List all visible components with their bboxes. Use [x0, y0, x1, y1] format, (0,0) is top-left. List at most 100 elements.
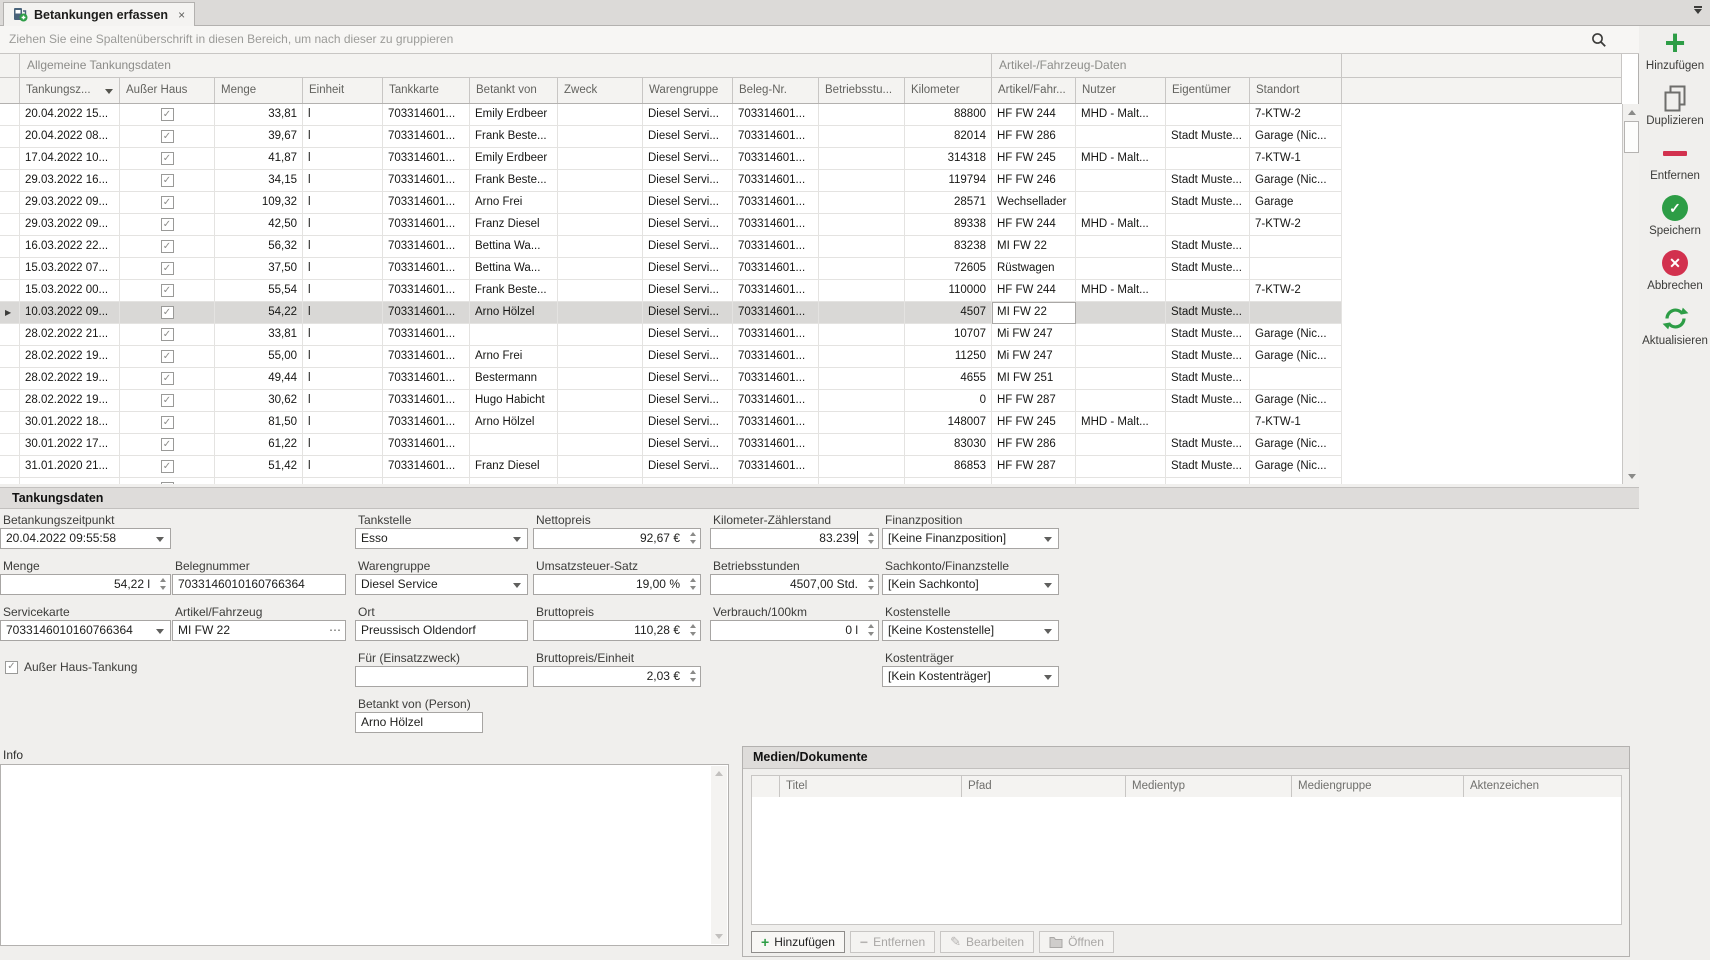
- row-checkbox[interactable]: ✓: [161, 372, 174, 385]
- add-button[interactable]: + Hinzufügen: [1646, 28, 1704, 72]
- column-header-beleg_nr[interactable]: Beleg-Nr.: [733, 78, 819, 103]
- bruttopreis-spin-field[interactable]: 110,28 €: [533, 620, 701, 641]
- betankungszeitpunkt-combo[interactable]: 20.04.2022 09:55:58: [0, 528, 171, 549]
- kostenstelle-combo[interactable]: [Keine Kostenstelle]: [882, 620, 1059, 641]
- row-checkbox[interactable]: ✓: [161, 482, 174, 484]
- media-remove-button[interactable]: − Entfernen: [850, 931, 935, 953]
- artikel-fahrzeug-field[interactable]: MI FW 22 ⋯: [172, 620, 346, 641]
- scroll-up-icon[interactable]: [712, 766, 726, 781]
- row-checkbox[interactable]: ✓: [161, 394, 174, 407]
- column-header-standort[interactable]: Standort: [1250, 78, 1342, 103]
- belegnummer-field[interactable]: 7033146010160766364: [172, 574, 346, 595]
- spinner-buttons[interactable]: [868, 624, 874, 636]
- row-checkbox[interactable]: ✓: [161, 438, 174, 451]
- chevron-down-icon[interactable]: [1044, 675, 1052, 680]
- fuer-einsatzzweck-field[interactable]: [355, 666, 528, 687]
- media-edit-button[interactable]: ✎ Bearbeiten: [940, 931, 1034, 953]
- table-row[interactable]: 28.02.2022 19...✓30,62l703314601...Hugo …: [0, 390, 1342, 412]
- chevron-down-icon[interactable]: [513, 537, 521, 542]
- table-row[interactable]: 20.04.2022 08...✓39,67l703314601...Frank…: [0, 126, 1342, 148]
- chevron-down-icon[interactable]: [1044, 583, 1052, 588]
- chevron-down-icon[interactable]: [1044, 629, 1052, 634]
- table-row[interactable]: 20.04.2022 15...✓33,81l703314601...Emily…: [0, 104, 1342, 126]
- row-checkbox[interactable]: ✓: [161, 174, 174, 187]
- column-header-betankt_von[interactable]: Betankt von: [470, 78, 558, 103]
- media-open-button[interactable]: Öffnen: [1039, 931, 1114, 953]
- column-header-warengruppe[interactable]: Warengruppe: [643, 78, 733, 103]
- table-row[interactable]: ✓: [0, 478, 1342, 484]
- cancel-button[interactable]: ✕ Abbrechen: [1647, 248, 1703, 292]
- table-row[interactable]: ▶10.03.2022 09...✓54,22l703314601...Arno…: [0, 302, 1342, 324]
- servicekarte-combo[interactable]: 7033146010160766364: [0, 620, 171, 641]
- remove-button[interactable]: Entfernen: [1650, 138, 1700, 182]
- row-checkbox[interactable]: ✓: [161, 130, 174, 143]
- row-checkbox[interactable]: ✓: [161, 284, 174, 297]
- row-checkbox[interactable]: ✓: [161, 196, 174, 209]
- media-add-button[interactable]: + Hinzufügen: [751, 931, 845, 953]
- scroll-down-icon[interactable]: [1624, 468, 1639, 484]
- kostentraeger-combo[interactable]: [Kein Kostenträger]: [882, 666, 1059, 687]
- row-checkbox[interactable]: ✓: [161, 108, 174, 121]
- row-checkbox[interactable]: ✓: [161, 306, 174, 319]
- table-row[interactable]: 15.03.2022 00...✓55,54l703314601...Frank…: [0, 280, 1342, 302]
- column-header-ausser_haus[interactable]: Außer Haus: [120, 78, 215, 103]
- spinner-buttons[interactable]: [690, 670, 696, 682]
- row-checkbox[interactable]: ✓: [161, 218, 174, 231]
- ort-field[interactable]: Preussisch Oldendorf: [355, 620, 528, 641]
- nettopreis-spin-field[interactable]: 92,67 €: [533, 528, 701, 549]
- spinner-buttons[interactable]: [690, 578, 696, 590]
- column-header-zweck[interactable]: Zweck: [558, 78, 643, 103]
- tab-close-icon[interactable]: ×: [178, 8, 185, 22]
- column-header-eigentuemer[interactable]: Eigentümer: [1166, 78, 1250, 103]
- umsatzsteuer-satz-spin-field[interactable]: 19,00 %: [533, 574, 701, 595]
- row-checkbox[interactable]: ✓: [161, 152, 174, 165]
- row-checkbox[interactable]: ✓: [161, 240, 174, 253]
- table-row[interactable]: 30.01.2022 17...✓61,22l703314601...Diese…: [0, 434, 1342, 456]
- row-indicator-header[interactable]: [0, 78, 20, 103]
- betankt-von-person-field[interactable]: Arno Hölzel: [355, 712, 483, 733]
- column-header-einheit[interactable]: Einheit: [303, 78, 383, 103]
- spinner-buttons[interactable]: [160, 578, 166, 590]
- chevron-down-icon[interactable]: [1044, 537, 1052, 542]
- bruttopreis-einheit-spin-field[interactable]: 2,03 €: [533, 666, 701, 687]
- menge-spin-field[interactable]: 54,22 l: [0, 574, 171, 595]
- ausser-haus-tankung-checkbox[interactable]: ✓ Außer Haus-Tankung: [5, 660, 137, 674]
- column-header-menge[interactable]: Menge: [215, 78, 303, 103]
- media-grid-body[interactable]: [751, 797, 1622, 925]
- scroll-up-icon[interactable]: [1624, 104, 1639, 120]
- spinner-buttons[interactable]: [690, 532, 696, 544]
- tankstelle-combo[interactable]: Esso: [355, 528, 528, 549]
- spinner-buttons[interactable]: [868, 532, 874, 544]
- table-row[interactable]: 29.03.2022 16...✓34,15l703314601...Frank…: [0, 170, 1342, 192]
- table-row[interactable]: 28.02.2022 19...✓49,44l703314601...Beste…: [0, 368, 1342, 390]
- table-row[interactable]: 16.03.2022 22...✓56,32l703314601...Betti…: [0, 236, 1342, 258]
- scroll-down-icon[interactable]: [712, 929, 726, 944]
- column-header-kilometer[interactable]: Kilometer: [905, 78, 992, 103]
- group-by-panel[interactable]: Ziehen Sie eine Spaltenüberschrift in di…: [0, 26, 1639, 54]
- column-header-artikel[interactable]: Artikel/Fahr...: [992, 78, 1076, 103]
- band-header[interactable]: Allgemeine Tankungsdaten: [20, 54, 992, 77]
- verbrauch-100km-spin-field[interactable]: 0 l: [710, 620, 879, 641]
- info-vertical-scrollbar[interactable]: [711, 766, 727, 944]
- warengruppe-combo[interactable]: Diesel Service: [355, 574, 528, 595]
- column-header-nutzer[interactable]: Nutzer: [1076, 78, 1166, 103]
- scrollbar-thumb[interactable]: [1624, 121, 1639, 153]
- search-icon[interactable]: [1591, 32, 1607, 48]
- column-header-betriebsstunden[interactable]: Betriebsstu...: [819, 78, 905, 103]
- media-indicator-header[interactable]: [752, 776, 780, 797]
- row-checkbox[interactable]: ✓: [161, 350, 174, 363]
- chevron-down-icon[interactable]: [513, 583, 521, 588]
- row-checkbox[interactable]: ✓: [161, 328, 174, 341]
- table-row[interactable]: 29.03.2022 09...✓42,50l703314601...Franz…: [0, 214, 1342, 236]
- row-checkbox[interactable]: ✓: [161, 460, 174, 473]
- kilometer-zaehlerstand-spin-field[interactable]: 83.239: [710, 528, 879, 549]
- column-header-tankungszeitpunkt[interactable]: Tankungsz...: [20, 78, 120, 103]
- table-row[interactable]: 17.04.2022 10...✓41,87l703314601...Emily…: [0, 148, 1342, 170]
- media-column-header-aktenzeichen[interactable]: Aktenzeichen: [1464, 776, 1621, 797]
- media-column-header-mediengruppe[interactable]: Mediengruppe: [1292, 776, 1464, 797]
- betriebsstunden-spin-field[interactable]: 4507,00 Std.: [710, 574, 879, 595]
- refresh-button[interactable]: Aktualisieren: [1642, 303, 1708, 347]
- grid-vertical-scrollbar[interactable]: [1622, 104, 1639, 484]
- table-row[interactable]: 28.02.2022 21...✓33,81l703314601...Diese…: [0, 324, 1342, 346]
- table-row[interactable]: 29.03.2022 09...✓109,32l703314601...Arno…: [0, 192, 1342, 214]
